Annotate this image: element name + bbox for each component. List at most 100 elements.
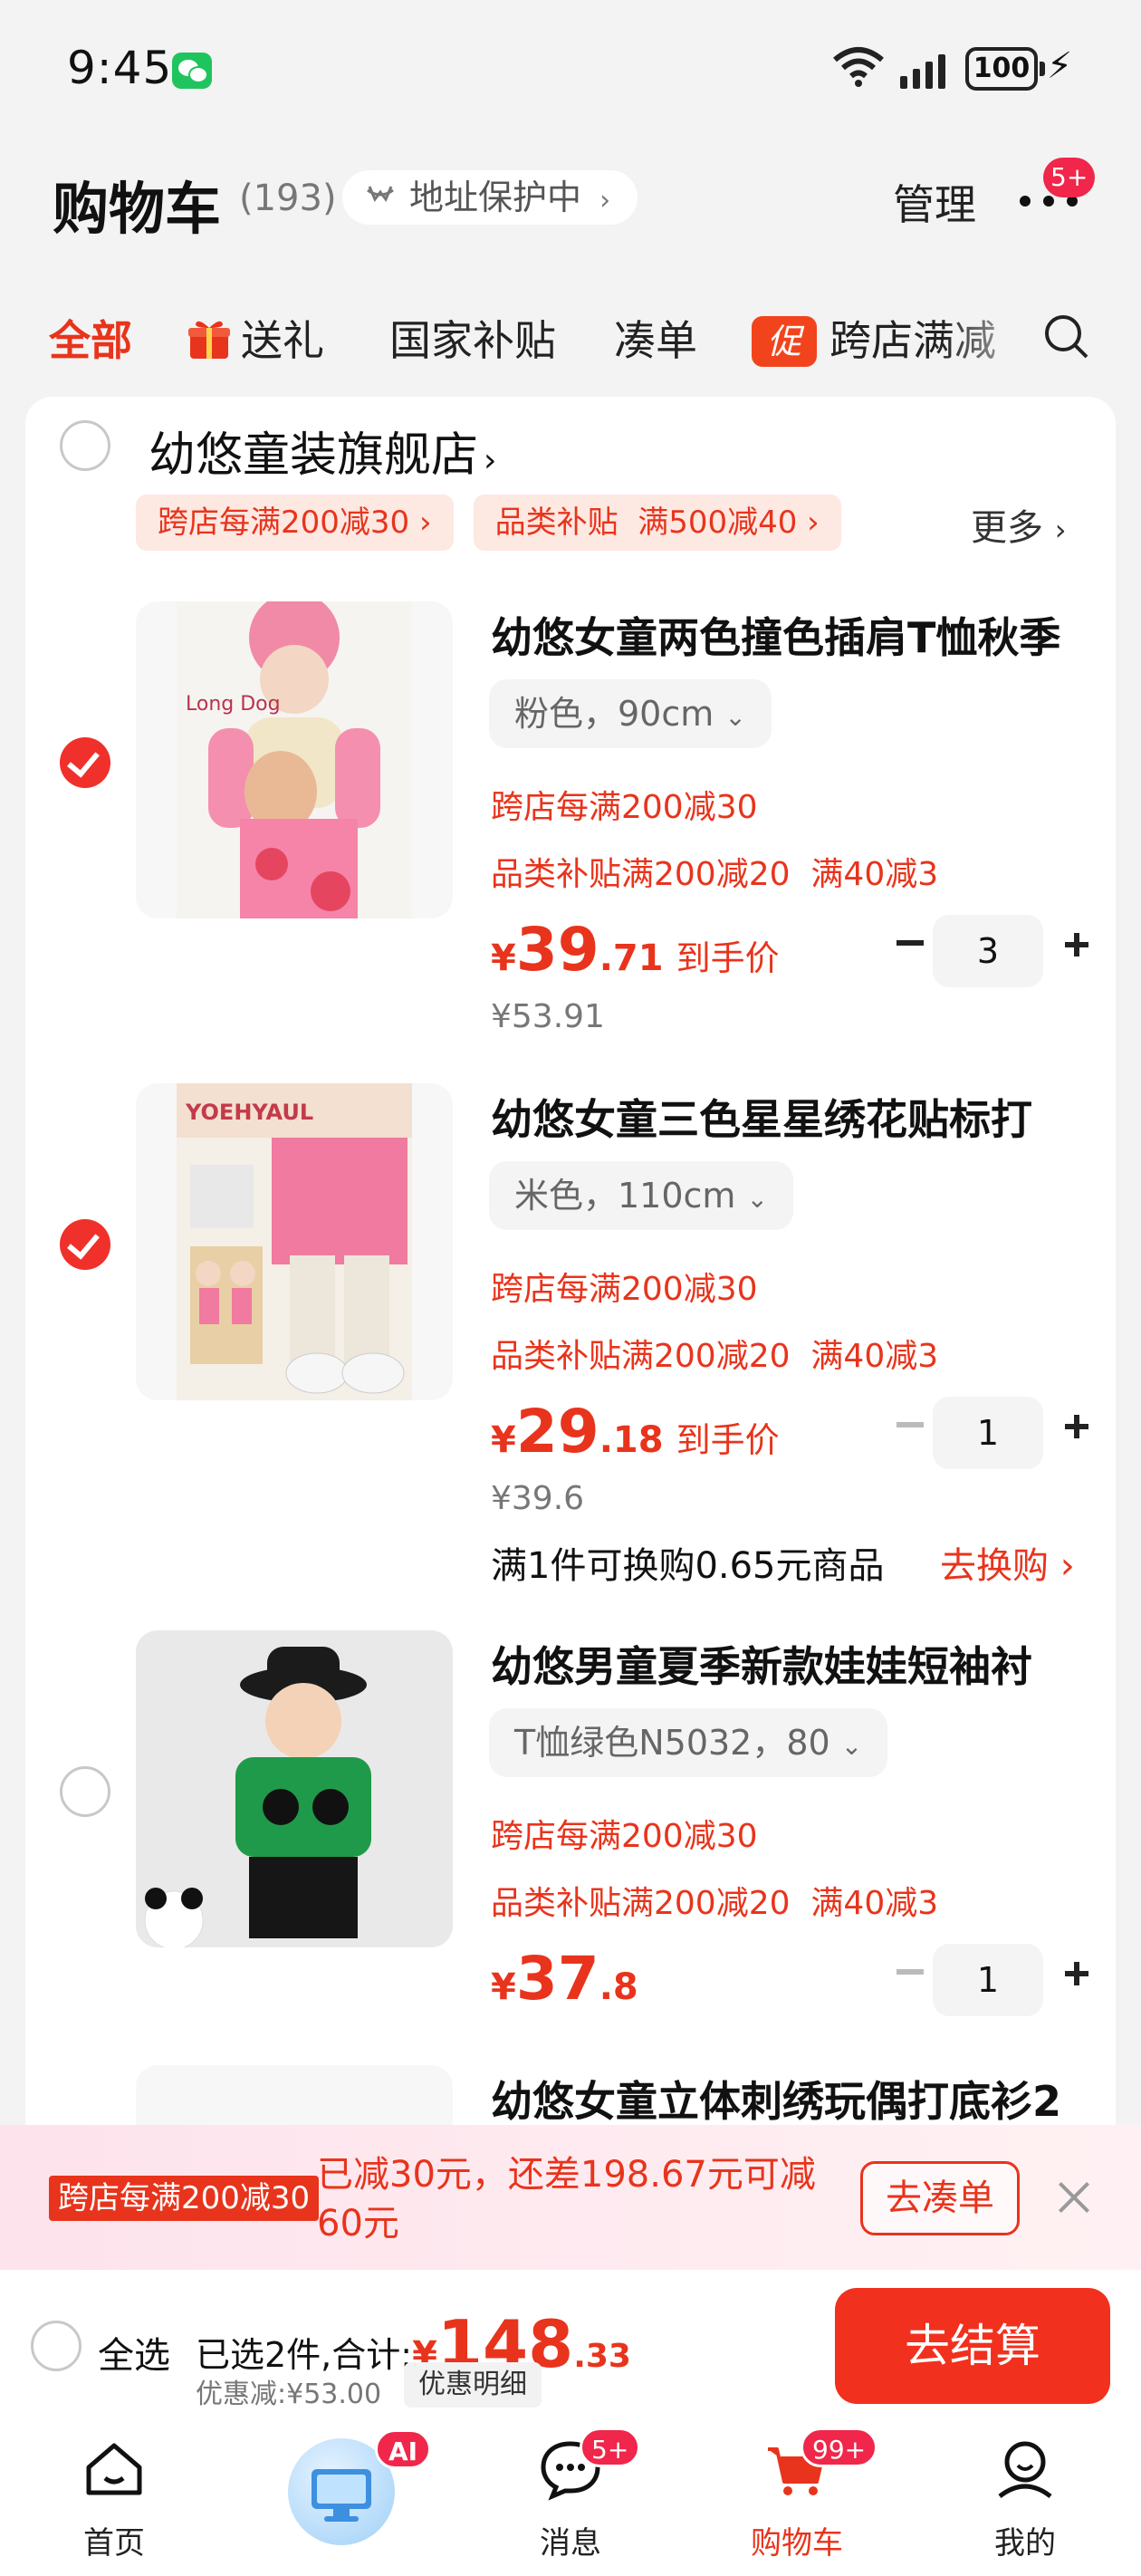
tab-all[interactable]: 全部	[49, 308, 132, 368]
quantity-increase-button[interactable]	[1065, 1962, 1088, 1985]
promo-chip-category[interactable]: 品类补贴 满500减40 ›	[473, 495, 841, 551]
discount-amount: 优惠减:¥53.00	[196, 2379, 382, 2410]
checkout-button[interactable]: 去结算	[835, 2288, 1110, 2404]
item-price: ¥37.8	[491, 1944, 638, 2014]
item-promo-cross-store: 跨店每满200减30	[491, 789, 758, 826]
price-integer: 39	[515, 915, 599, 985]
tabbar-me[interactable]: 我的	[935, 2424, 1116, 2576]
address-protect-button[interactable]: 地址保护中 ›	[342, 170, 638, 225]
select-all-label[interactable]: 全选	[98, 2326, 170, 2379]
search-icon[interactable]	[1041, 312, 1092, 362]
charging-icon: ⚡	[1047, 45, 1073, 87]
item-title[interactable]: 幼悠女童三色星星绣花贴标打	[491, 1087, 1088, 1147]
product-thumbnail[interactable]: YOEHYAUL	[136, 1083, 453, 1400]
tabs-fade	[942, 290, 1050, 380]
selected-count: 已选2件,合计:	[196, 2335, 413, 2375]
cart-count: (193)	[239, 178, 337, 219]
store-name-label: 幼悠童装旗舰店	[149, 428, 479, 483]
store-more-button[interactable]: 更多 ›	[971, 498, 1067, 551]
swap-offer-link[interactable]: 去换购 ›	[940, 1536, 1075, 1589]
quantity-input[interactable]: 1	[933, 1397, 1043, 1469]
gift-icon	[188, 321, 230, 359]
sku-label: T恤绿色N5032，80	[514, 1723, 830, 1763]
go-bundle-button[interactable]: 去凑单	[860, 2161, 1020, 2235]
tab-national-subsidy[interactable]: 国家补贴	[389, 308, 556, 368]
quantity-input[interactable]: 1	[933, 1944, 1043, 2016]
store-select-checkbox[interactable]	[60, 420, 110, 471]
signal-icon	[900, 53, 945, 89]
item-promo-category: 品类补贴满200减20 满40减3	[491, 856, 939, 893]
sku-selector[interactable]: 粉色，90cm ⌄	[489, 679, 772, 748]
price-currency: ¥	[491, 1419, 516, 1461]
sku-label: 米色，110cm	[514, 1176, 736, 1216]
clock: 9:45	[67, 42, 173, 94]
tabbar-cart-label: 购物车	[751, 2525, 843, 2562]
price-currency: ¥	[491, 937, 516, 979]
tabbar-messages[interactable]: 5+ 消息	[480, 2424, 661, 2576]
item-promo-category: 品类补贴满200减20 满40减3	[491, 1338, 939, 1375]
item-title[interactable]: 幼悠男童夏季新款娃娃短袖衬	[491, 1634, 1088, 1694]
discount-detail-button[interactable]: 优惠明细	[404, 2362, 542, 2408]
bottom-tab-bar: 首页 5+ 消息 99+ 购物车 我的	[0, 2424, 1141, 2576]
tab-gift[interactable]: 送礼	[187, 308, 324, 368]
product-thumbnail[interactable]	[136, 1630, 453, 1947]
sku-selector[interactable]: T恤绿色N5032，80 ⌄	[489, 1708, 888, 1777]
tab-bundle[interactable]: 凑单	[614, 308, 697, 368]
item-title[interactable]: 幼悠女童立体刺绣玩偶打底衫2	[491, 2069, 1088, 2129]
cart-badge: 99+	[801, 2427, 878, 2467]
banner-promo-text: 已减30元，还差198.67元可减60元	[317, 2154, 816, 2244]
cross-store-promo-banner: 跨店每满200减30 已减30元，还差198.67元可减60元 去凑单	[0, 2125, 1141, 2270]
tabbar-home[interactable]: 首页	[24, 2424, 205, 2576]
cart-item: 幼悠男童夏季新款娃娃短袖衬 T恤绿色N5032，80 ⌄ 跨店每满200减30 …	[25, 1630, 1116, 2065]
select-all-checkbox[interactable]	[31, 2321, 82, 2371]
chevron-down-icon: ⌄	[840, 1731, 863, 1761]
swap-link-label: 去换购	[940, 1545, 1049, 1587]
swap-offer-text: 满1件可换购0.65元商品	[491, 1545, 885, 1587]
wifi-icon	[833, 47, 884, 87]
chevron-right-icon: ›	[599, 185, 611, 216]
quantity-decrease-button[interactable]	[896, 940, 924, 946]
price-note: 到手价	[676, 938, 780, 978]
item-select-checkbox[interactable]	[60, 737, 110, 788]
sku-selector[interactable]: 米色，110cm ⌄	[489, 1161, 794, 1230]
promo-chip-label: 跨店每满200减30	[158, 505, 410, 541]
item-select-checkbox[interactable]	[60, 1766, 110, 1817]
chevron-down-icon: ⌄	[724, 702, 746, 732]
item-title[interactable]: 幼悠女童两色撞色插肩T恤秋季	[491, 605, 1088, 665]
battery-level: 100	[973, 53, 1031, 84]
quantity-increase-button[interactable]	[1065, 1415, 1088, 1438]
total-decimal: .33	[573, 2338, 631, 2375]
chevron-right-icon: ›	[1060, 1545, 1075, 1587]
quantity-increase-button[interactable]	[1065, 933, 1088, 956]
product-image	[136, 1630, 453, 1947]
item-select-checkbox[interactable]	[60, 1219, 110, 1270]
chevron-right-icon: ›	[1054, 513, 1067, 547]
quantity-input[interactable]: 3	[933, 915, 1043, 987]
tabbar-cart[interactable]: 99+ 购物车	[706, 2424, 887, 2576]
store-more-label: 更多	[971, 507, 1043, 549]
cart-header: 购物车 (193) 地址保护中 › 管理 5+	[0, 145, 1141, 254]
item-promo-cross-store: 跨店每满200减30	[491, 1271, 758, 1308]
close-icon[interactable]	[1058, 2181, 1090, 2214]
quantity-decrease-button[interactable]	[896, 1969, 924, 1975]
manage-button[interactable]: 管理	[893, 172, 976, 232]
quantity-decrease-button[interactable]	[896, 1422, 924, 1427]
original-price: ¥53.91	[491, 998, 605, 1035]
address-protect-icon	[367, 186, 394, 202]
product-thumbnail[interactable]: Long Dog	[136, 601, 453, 918]
filter-tabs: 全部 送礼 国家补贴 凑单 促跨店满减	[0, 290, 1141, 380]
cart-item: Long Dog 幼悠女童两色撞色插肩T恤秋季 粉色，90cm ⌄ 跨店每满20…	[25, 601, 1116, 1091]
checkout-bar: 全选 已选2件,合计:¥148.33 优惠减:¥53.00 优惠明细 去结算	[0, 2270, 1141, 2424]
thumb-brand-mark: YOEHYAUL	[185, 1100, 313, 1125]
promo-chip-cross-store[interactable]: 跨店每满200减30 ›	[136, 495, 454, 551]
wechat-icon	[172, 53, 212, 89]
promo-chip-label: 品类补贴 满500减40	[494, 505, 798, 541]
price-integer: 37	[515, 1944, 599, 2014]
chevron-down-icon: ⌄	[746, 1184, 769, 1214]
price-decimal: .8	[599, 1966, 638, 2008]
chevron-right-icon: ›	[484, 442, 497, 479]
address-protect-label: 地址保护中	[409, 178, 582, 217]
price-decimal: .18	[599, 1419, 664, 1461]
more-badge: 5+	[1043, 158, 1096, 197]
store-name[interactable]: 幼悠童装旗舰店 ›	[149, 417, 496, 485]
